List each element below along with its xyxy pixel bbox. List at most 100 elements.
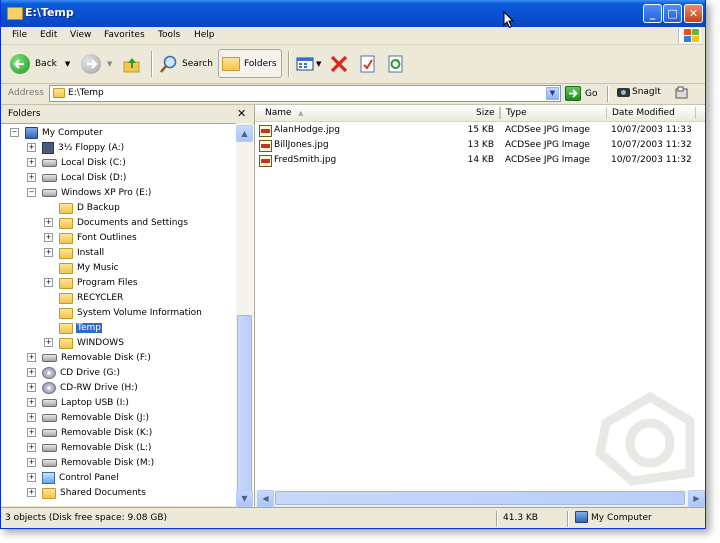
- chevron-down-icon[interactable]: ▼: [107, 60, 112, 68]
- tree-item[interactable]: + Install: [44, 246, 105, 260]
- folder-icon: [59, 262, 73, 274]
- tree-item[interactable]: + CD Drive (G:): [27, 366, 121, 380]
- tree-item[interactable]: + WINDOWS: [44, 336, 125, 350]
- title-bar[interactable]: E:\Temp _ □ ✕: [1, 0, 705, 27]
- scroll-thumb[interactable]: [275, 491, 685, 505]
- expand-icon[interactable]: +: [27, 488, 36, 497]
- file-list-horizontal-scrollbar[interactable]: ◀ ▶: [255, 490, 705, 507]
- close-button[interactable]: ✕: [684, 4, 703, 23]
- column-divider[interactable]: [695, 107, 696, 119]
- expand-icon[interactable]: +: [44, 338, 53, 347]
- expand-icon[interactable]: +: [44, 218, 53, 227]
- expand-icon[interactable]: +: [27, 443, 36, 452]
- tree-item[interactable]: D Backup: [59, 201, 121, 215]
- expand-icon[interactable]: +: [27, 173, 36, 182]
- minimize-button[interactable]: _: [643, 4, 662, 23]
- menu-view[interactable]: View: [70, 30, 91, 40]
- scroll-down-button[interactable]: ▼: [236, 490, 253, 507]
- expand-icon[interactable]: +: [44, 278, 53, 287]
- maximize-button[interactable]: □: [663, 4, 682, 23]
- scroll-up-button[interactable]: ▲: [236, 125, 253, 142]
- file-list-pane: Name ▲ Size Type Date Modified AlanHodge…: [255, 105, 705, 506]
- file-row[interactable]: FredSmith.jpg 14 KB ACDSee JPG Image 10/07/…: [255, 153, 705, 167]
- up-folder-button[interactable]: [123, 49, 141, 78]
- expand-icon[interactable]: +: [27, 158, 36, 167]
- column-divider[interactable]: [606, 107, 607, 119]
- expand-icon[interactable]: +: [27, 383, 36, 392]
- snagit-options-icon[interactable]: [675, 86, 688, 100]
- go-button[interactable]: Go: [565, 86, 597, 101]
- tree-item-label: Program Files: [77, 278, 138, 288]
- tree-item[interactable]: Temp: [59, 321, 102, 335]
- column-header-size[interactable]: Size: [476, 108, 494, 118]
- file-row[interactable]: BillJones.jpg 13 KB ACDSee JPG Image 10/07/…: [255, 138, 705, 152]
- expand-icon[interactable]: +: [27, 143, 36, 152]
- tree-item[interactable]: + Removable Disk (L:): [27, 441, 152, 455]
- collapse-icon[interactable]: −: [27, 188, 36, 197]
- address-input[interactable]: E:\Temp ▼: [49, 85, 561, 102]
- menu-edit[interactable]: Edit: [40, 30, 57, 40]
- menu-file[interactable]: File: [12, 30, 27, 40]
- file-size: 15 KB: [467, 125, 494, 135]
- menu-help[interactable]: Help: [194, 30, 215, 40]
- menu-favorites[interactable]: Favorites: [104, 30, 145, 40]
- collapse-icon[interactable]: −: [10, 128, 19, 137]
- file-row[interactable]: AlanHodge.jpg 15 KB ACDSee JPG Image 10/07/…: [255, 123, 705, 137]
- folder-icon: [59, 277, 73, 289]
- refresh-button[interactable]: [387, 49, 405, 78]
- folder-icon: [59, 322, 73, 334]
- tree-item[interactable]: + Documents and Settings: [44, 216, 189, 230]
- tree-item[interactable]: + Local Disk (D:): [27, 171, 127, 185]
- folders-button[interactable]: Folders: [218, 49, 282, 78]
- column-header-type[interactable]: Type: [506, 108, 527, 118]
- menu-tools[interactable]: Tools: [158, 30, 180, 40]
- tree-item[interactable]: + Shared Documents: [27, 486, 147, 500]
- expand-icon[interactable]: +: [27, 398, 36, 407]
- file-date-modified: 10/07/2003 11:32: [611, 140, 692, 150]
- tree-item[interactable]: + Font Outlines: [44, 231, 138, 245]
- tree-item[interactable]: + Laptop USB (I:): [27, 396, 130, 410]
- tree-item[interactable]: + CD-RW Drive (H:): [27, 381, 139, 395]
- expand-icon[interactable]: +: [27, 353, 36, 362]
- back-button[interactable]: Back ▼: [10, 49, 70, 78]
- properties-button[interactable]: [359, 49, 377, 78]
- tree-item[interactable]: +3½ Floppy (A:): [27, 141, 125, 155]
- scroll-thumb[interactable]: [237, 315, 252, 491]
- tree-item[interactable]: + Local Disk (C:): [27, 156, 127, 170]
- tree-item[interactable]: My Music: [59, 261, 120, 275]
- snagit-button[interactable]: SnagIt: [617, 87, 661, 97]
- folders-vertical-scrollbar[interactable]: ▲ ▼: [236, 123, 253, 507]
- expand-icon[interactable]: +: [27, 413, 36, 422]
- expand-icon[interactable]: +: [44, 233, 53, 242]
- tree-item[interactable]: + Removable Disk (K:): [27, 426, 153, 440]
- drive-icon: [42, 159, 57, 167]
- chevron-down-icon[interactable]: ▼: [316, 60, 321, 68]
- scroll-left-button[interactable]: ◀: [257, 490, 274, 507]
- tree-item[interactable]: + Removable Disk (J:): [27, 411, 150, 425]
- tree-item[interactable]: + Removable Disk (F:): [27, 351, 152, 365]
- tree-item[interactable]: + Removable Disk (M:): [27, 456, 155, 470]
- forward-button[interactable]: ▼: [81, 49, 112, 78]
- tree-item[interactable]: RECYCLER: [59, 291, 124, 305]
- delete-button[interactable]: [329, 49, 349, 78]
- column-header-date[interactable]: Date Modified: [612, 108, 675, 118]
- views-button[interactable]: ▼: [296, 49, 321, 78]
- expand-icon[interactable]: +: [27, 428, 36, 437]
- column-header-name[interactable]: Name: [265, 108, 292, 118]
- address-dropdown-button[interactable]: ▼: [546, 87, 559, 100]
- search-button[interactable]: Search: [159, 49, 213, 78]
- tree-item[interactable]: System Volume Information: [59, 306, 203, 320]
- close-pane-icon[interactable]: ✕: [237, 107, 246, 120]
- expand-icon[interactable]: +: [27, 473, 36, 482]
- tree-item[interactable]: + Program Files: [44, 276, 139, 290]
- tree-item[interactable]: + Control Panel: [27, 471, 120, 485]
- expand-icon[interactable]: +: [27, 458, 36, 467]
- sort-ascending-icon: ▲: [298, 109, 304, 117]
- tree-item[interactable]: − My Computer: [10, 126, 104, 140]
- column-divider[interactable]: [500, 107, 501, 119]
- expand-icon[interactable]: +: [44, 248, 53, 257]
- tree-item[interactable]: − Windows XP Pro (E:): [27, 186, 152, 200]
- scroll-right-button[interactable]: ▶: [688, 490, 705, 507]
- chevron-down-icon[interactable]: ▼: [65, 60, 70, 68]
- expand-icon[interactable]: +: [27, 368, 36, 377]
